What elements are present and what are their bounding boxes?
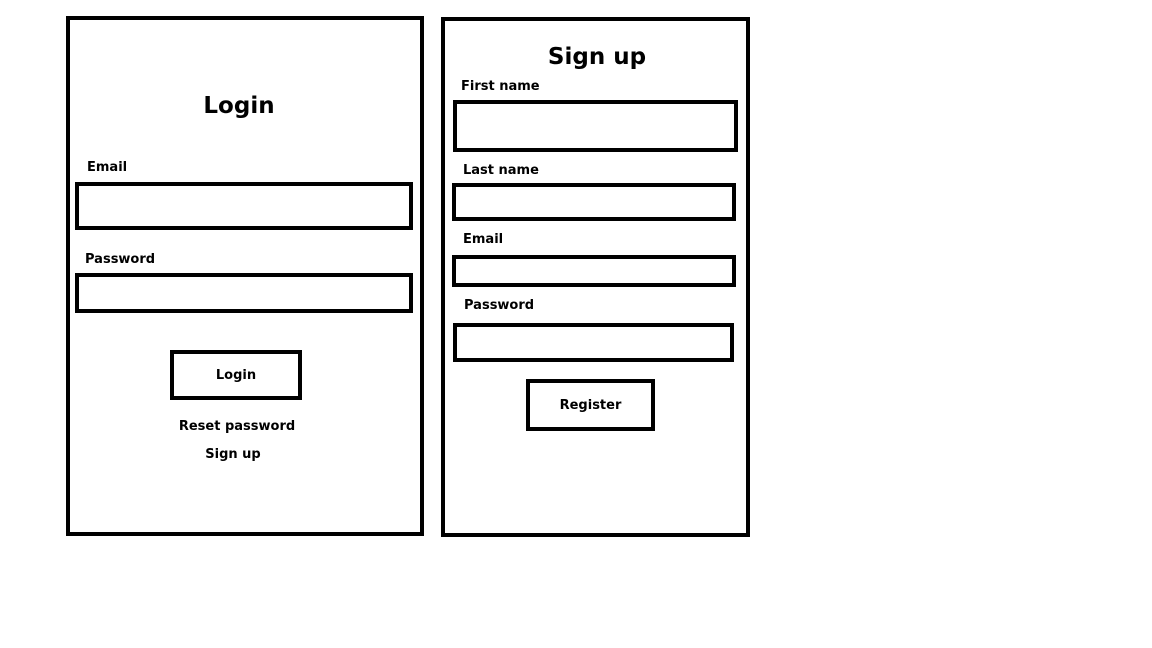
signup-title: Sign up <box>547 44 647 70</box>
last-name-input[interactable] <box>452 183 736 221</box>
first-name-label: First name <box>461 79 540 94</box>
login-email-label: Email <box>87 160 128 175</box>
first-name-input[interactable] <box>453 100 738 152</box>
login-title: Login <box>203 93 275 119</box>
reset-password-link[interactable]: Reset password <box>179 420 295 433</box>
signup-password-input[interactable] <box>453 323 734 362</box>
signup-email-input[interactable] <box>452 255 736 287</box>
login-button[interactable]: Login <box>170 350 302 400</box>
login-password-label: Password <box>85 252 156 267</box>
sign-up-link[interactable]: Sign up <box>205 448 260 461</box>
signup-password-label: Password <box>464 298 535 313</box>
login-password-input[interactable] <box>75 273 413 313</box>
register-button[interactable]: Register <box>526 379 655 431</box>
last-name-label: Last name <box>463 163 539 178</box>
login-email-input[interactable] <box>75 182 413 230</box>
signup-email-label: Email <box>463 232 504 247</box>
